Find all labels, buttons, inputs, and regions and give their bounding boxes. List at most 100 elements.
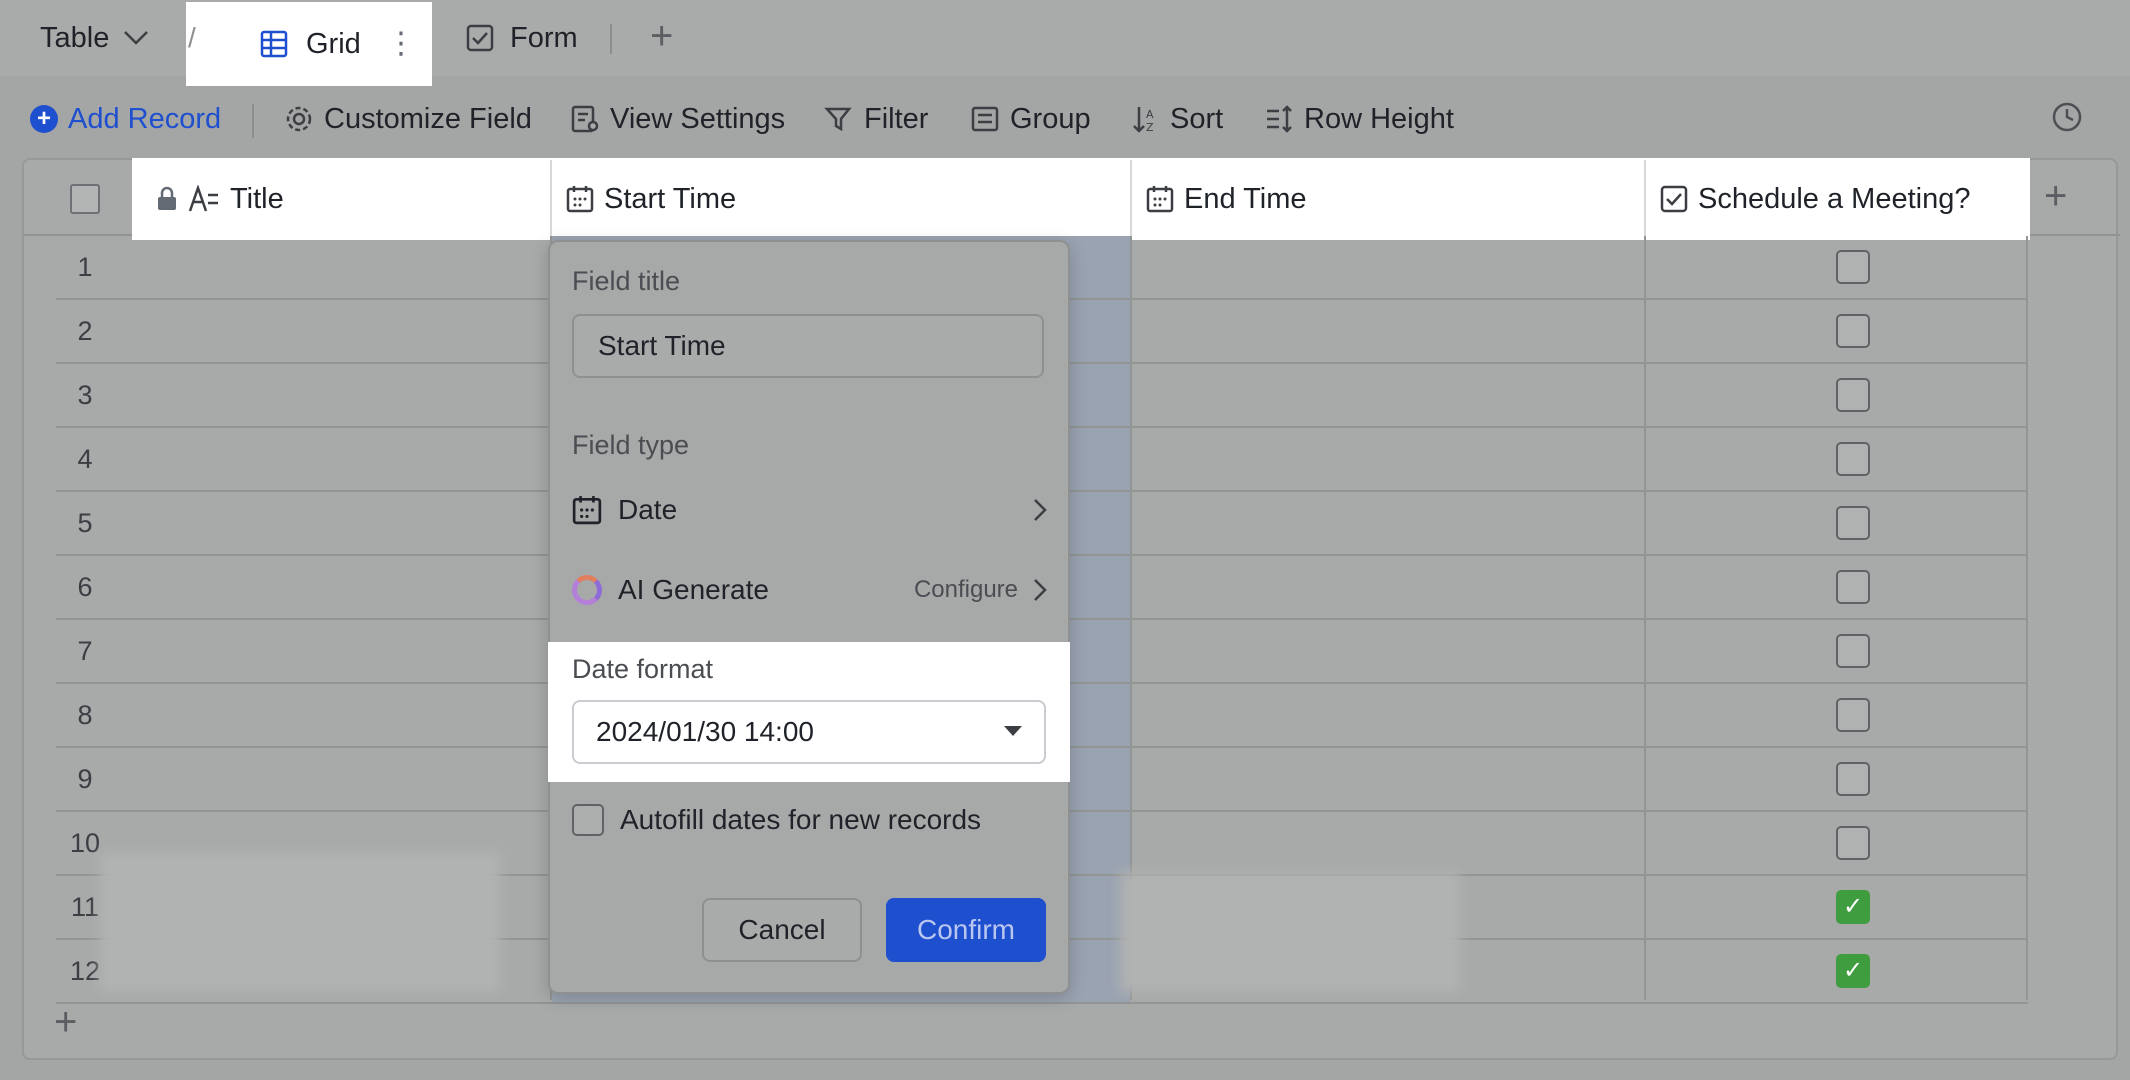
toolbar-separator xyxy=(252,104,254,138)
row-checkbox-checked[interactable]: ✓ xyxy=(1836,890,1870,924)
svg-text:A: A xyxy=(1146,108,1154,121)
lock-icon xyxy=(156,186,178,212)
row-checkbox[interactable] xyxy=(1836,378,1870,412)
checkbox-field-icon xyxy=(1660,185,1688,213)
row-checkbox[interactable] xyxy=(1836,442,1870,476)
row-height-label: Row Height xyxy=(1304,102,1454,135)
row-checkbox[interactable] xyxy=(1836,506,1870,540)
row-number: 8 xyxy=(77,700,93,730)
row-checkbox[interactable] xyxy=(1836,698,1870,732)
filter-icon xyxy=(824,104,854,134)
column-header-title[interactable]: Title xyxy=(142,160,560,238)
cancel-button[interactable]: Cancel xyxy=(702,898,862,962)
calendar-icon xyxy=(566,185,594,213)
row-checkbox[interactable] xyxy=(1836,634,1870,668)
filter-label: Filter xyxy=(864,102,929,135)
calendar-icon xyxy=(1146,185,1174,213)
add-view-button[interactable]: + xyxy=(650,16,684,60)
ai-configure-label: Configure xyxy=(913,576,1018,603)
ai-generate-row[interactable]: AI Generate Configure xyxy=(572,566,1048,614)
ai-configure-link[interactable]: Configure xyxy=(914,576,1048,604)
customize-field-button[interactable]: Customize Field xyxy=(284,100,532,138)
date-format-label: Date format xyxy=(572,654,714,684)
add-row-button[interactable]: + xyxy=(54,1000,77,1045)
chevron-right-icon xyxy=(1032,497,1048,523)
tab-divider xyxy=(610,24,612,54)
view-tab-bar: Table Grid ⋮ / Form + xyxy=(0,0,2130,86)
table-selector[interactable]: Table xyxy=(40,18,149,58)
field-type-selector[interactable]: Date xyxy=(572,486,1048,534)
autofill-checkbox[interactable] xyxy=(572,804,604,836)
group-label: Group xyxy=(1010,102,1091,135)
tab-grid[interactable]: Grid ⋮ xyxy=(186,2,432,86)
column-header-end-time[interactable]: End Time xyxy=(1132,160,1646,238)
customize-field-label: Customize Field xyxy=(324,102,532,135)
ai-generate-label: AI Generate xyxy=(618,574,769,605)
sort-label: Sort xyxy=(1170,102,1224,135)
confirm-button[interactable]: Confirm xyxy=(886,898,1046,962)
chevron-right-icon xyxy=(1032,577,1048,603)
row-number: 7 xyxy=(77,636,93,666)
row-number: 1 xyxy=(77,252,93,282)
blurred-cell-content xyxy=(1120,872,1460,992)
view-settings-icon xyxy=(570,104,600,134)
field-title-label: Field title xyxy=(572,266,681,296)
tab-form-label: Form xyxy=(510,21,578,54)
gear-icon xyxy=(284,104,314,134)
column-header-start-time[interactable]: Start Time xyxy=(552,160,1130,238)
blurred-cell-content xyxy=(100,852,500,992)
row-number: 6 xyxy=(77,572,93,602)
row-number: 4 xyxy=(77,444,93,474)
row-number: 5 xyxy=(77,508,93,538)
row-checkbox[interactable] xyxy=(1836,250,1870,284)
column-header-schedule[interactable]: Schedule a Meeting? xyxy=(1646,160,2006,238)
svg-text:Z: Z xyxy=(1146,121,1154,134)
row-checkbox[interactable] xyxy=(1836,314,1870,348)
column-title-label: Title xyxy=(230,182,284,215)
column-start-time-label: Start Time xyxy=(604,182,737,215)
view-settings-button[interactable]: View Settings xyxy=(570,100,785,138)
add-record-label: Add Record xyxy=(68,102,222,135)
caret-down-icon xyxy=(1004,726,1022,736)
group-icon xyxy=(970,104,1000,134)
row-checkbox[interactable] xyxy=(1836,762,1870,796)
autofill-label: Autofill dates for new records xyxy=(620,804,982,835)
sort-button[interactable]: AZ Sort xyxy=(1130,100,1223,138)
row-number: 2 xyxy=(77,316,93,346)
tab-grid-label: Grid xyxy=(306,27,361,60)
add-column-button[interactable]: + xyxy=(2044,174,2067,219)
autofill-option[interactable]: Autofill dates for new records xyxy=(572,804,981,836)
header-row: Title Start Time End Time Schedule a Mee… xyxy=(24,158,2120,240)
date-format-value: 2024/01/30 14:00 xyxy=(596,716,814,747)
select-all-checkbox[interactable] xyxy=(70,184,100,214)
add-record-button[interactable]: + Add Record xyxy=(30,100,221,138)
filter-button[interactable]: Filter xyxy=(824,100,928,138)
group-button[interactable]: Group xyxy=(970,100,1091,138)
table-selector-label: Table xyxy=(40,21,110,54)
grid-icon xyxy=(260,30,288,58)
toolbar: + Add Record Customize Field View Settin… xyxy=(0,92,2130,146)
field-editor-panel: Field title Start Time Field type Date A… xyxy=(548,240,1070,994)
chevron-down-icon xyxy=(123,30,149,46)
row-height-icon xyxy=(1264,104,1294,134)
row-checkbox[interactable] xyxy=(1836,826,1870,860)
view-settings-label: View Settings xyxy=(610,102,786,135)
field-title-input[interactable]: Start Time xyxy=(572,314,1044,378)
tab-form[interactable]: Form xyxy=(466,18,578,58)
form-icon xyxy=(466,24,494,52)
row-number: 3 xyxy=(77,380,93,410)
column-end-time-label: End Time xyxy=(1184,182,1307,215)
row-checkbox[interactable] xyxy=(1836,570,1870,604)
row-height-button[interactable]: Row Height xyxy=(1264,100,1454,138)
more-options-icon[interactable]: ⋮ xyxy=(386,26,416,61)
tab-separator: / xyxy=(188,22,196,53)
field-type-value: Date xyxy=(618,494,678,525)
row-checkbox-checked[interactable]: ✓ xyxy=(1836,954,1870,988)
history-icon[interactable] xyxy=(2050,100,2084,134)
calendar-icon xyxy=(572,495,602,525)
column-schedule-label: Schedule a Meeting? xyxy=(1698,182,1971,215)
text-field-icon xyxy=(188,185,220,213)
sort-icon: AZ xyxy=(1130,104,1160,134)
row-number: 9 xyxy=(77,764,93,794)
date-format-select[interactable]: 2024/01/30 14:00 xyxy=(572,700,1046,764)
